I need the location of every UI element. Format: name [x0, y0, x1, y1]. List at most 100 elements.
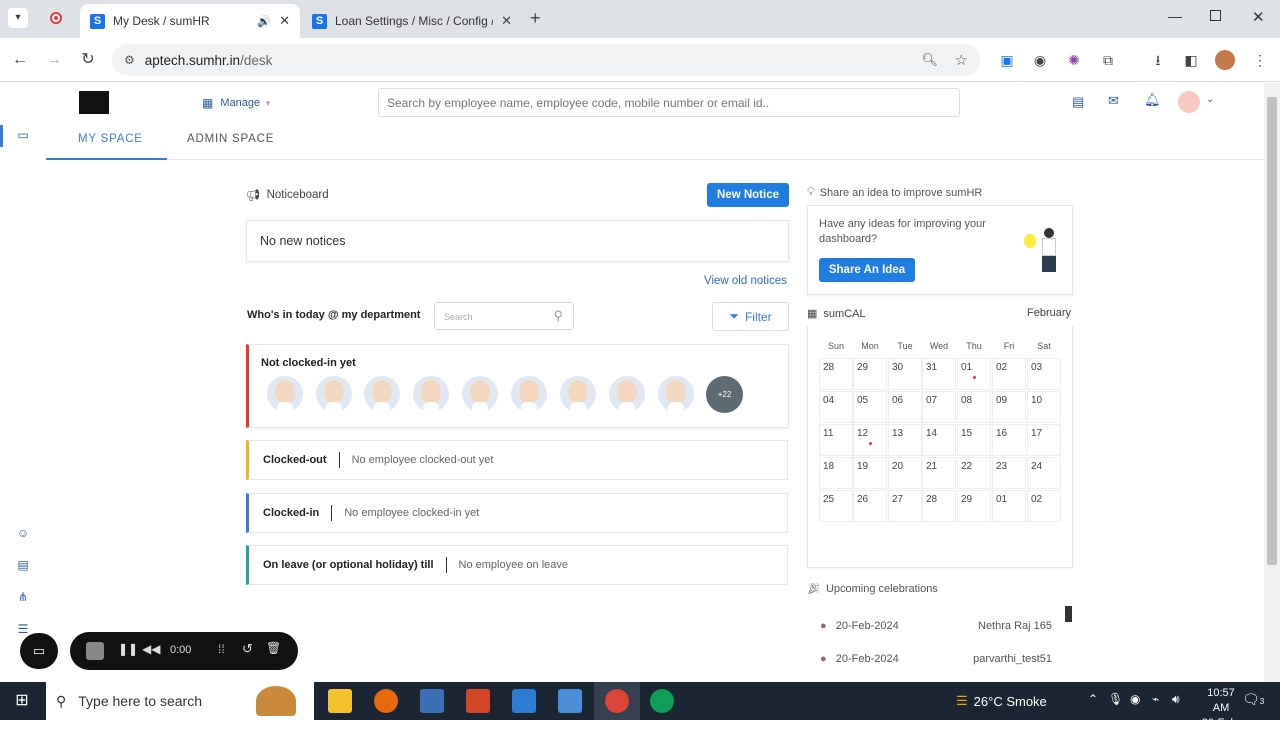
calendar-day[interactable]: 15 [957, 424, 991, 456]
employee-avatar[interactable] [316, 376, 352, 412]
calendar-day[interactable]: 01 [957, 358, 991, 390]
close-tab-icon[interactable]: ✕ [279, 13, 290, 29]
recorder-camera-button[interactable]: ▭ [20, 633, 58, 669]
calendar-day[interactable]: 01 [992, 490, 1026, 522]
calendar-day[interactable]: 18 [819, 457, 853, 489]
tab-search-icon[interactable]: ▾ [8, 8, 28, 28]
side-panel-icon[interactable]: ◧ [1181, 50, 1201, 70]
share-idea-button[interactable]: Share An Idea [819, 258, 915, 282]
tab-admin-space[interactable]: ADMIN SPACE [187, 133, 274, 145]
calendar-day[interactable]: 27 [888, 490, 922, 522]
view-old-notices-link[interactable]: View old notices [704, 275, 787, 287]
chrome-icon[interactable] [650, 689, 674, 713]
calendar-day[interactable]: 28 [819, 358, 853, 390]
colorful-extension-icon[interactable]: ✺ [1064, 50, 1084, 70]
calendar-day[interactable]: 06 [888, 391, 922, 423]
user-avatar[interactable] [1178, 91, 1200, 113]
tab-my-space[interactable]: MY SPACE [78, 133, 143, 145]
org-chart-icon[interactable]: ⋔ [14, 590, 32, 608]
notification-bell-icon[interactable]: 🔔︎ [1144, 92, 1161, 108]
employee-avatar[interactable] [267, 376, 303, 412]
minimize-window-icon[interactable]: — [1168, 8, 1182, 24]
tray-chevron-icon[interactable]: ⌃ [1088, 692, 1098, 706]
people-icon[interactable]: ☺ [14, 526, 32, 544]
download-icon[interactable]: ⭳ [1148, 50, 1168, 70]
calendar-day[interactable]: 11 [819, 424, 853, 456]
calendar-day[interactable]: 26 [853, 490, 887, 522]
mail-icon[interactable]: ✉ [1108, 93, 1119, 109]
close-tab-icon[interactable]: ✕ [501, 13, 512, 29]
chrome-profile-icon[interactable] [605, 689, 629, 713]
employee-avatar[interactable] [658, 376, 694, 412]
calendar-day[interactable]: 17 [1027, 424, 1061, 456]
profile-avatar[interactable] [1215, 50, 1235, 70]
employee-avatar[interactable] [364, 376, 400, 412]
more-employees-badge[interactable]: +22 [706, 376, 743, 413]
calculator-icon[interactable] [420, 689, 444, 713]
tab-my-desk[interactable]: S My Desk / sumHR 🔊 ✕ [80, 4, 300, 38]
microphone-icon[interactable]: 🎙︎ [1108, 692, 1123, 706]
firefox-icon[interactable] [374, 689, 398, 713]
camera-extension-icon[interactable]: ◉ [1030, 50, 1050, 70]
network-icon[interactable]: ⌁ [1152, 692, 1159, 706]
stop-recording-button[interactable] [86, 642, 104, 660]
calendar-day[interactable]: 08 [957, 391, 991, 423]
bookmark-star-icon[interactable]: ☆ [955, 51, 968, 69]
calendar-day[interactable]: 20 [888, 457, 922, 489]
calendar-day[interactable]: 21 [922, 457, 956, 489]
new-tab-button[interactable]: + [530, 8, 541, 29]
user-menu-chevron-icon[interactable]: ⌄ [1206, 94, 1214, 105]
tab-loan-settings[interactable]: S Loan Settings / Misc / Config / ✕ [302, 4, 522, 38]
zoom-icon[interactable]: 🔍︎ [921, 52, 938, 68]
mail-app-icon[interactable] [512, 689, 536, 713]
calendar-day[interactable]: 02 [1027, 490, 1061, 522]
employee-avatar[interactable] [511, 376, 547, 412]
calendar-day[interactable]: 09 [992, 391, 1026, 423]
weather-widget[interactable]: ☰ 26°C Smoke [956, 693, 1047, 709]
attendance-icon[interactable]: ▤ [1072, 94, 1084, 110]
camera-tray-icon[interactable]: ◉ [1130, 692, 1140, 706]
filter-button[interactable]: ⏷ Filter [712, 302, 789, 331]
calendar-day[interactable]: 10 [1027, 391, 1061, 423]
calendar-day[interactable]: 23 [992, 457, 1026, 489]
back-icon[interactable]: ← [8, 48, 32, 72]
calendar-day[interactable]: 13 [888, 424, 922, 456]
calendar-day[interactable]: 30 [888, 358, 922, 390]
manage-menu[interactable]: ▦ Manage ▼ [202, 96, 272, 110]
rewind-icon[interactable]: ◀◀ [142, 642, 160, 656]
url-bar[interactable]: ⚙ aptech.sumhr.in/desk 🔍︎ ☆ [112, 44, 980, 76]
volume-icon[interactable]: 🔊︎ [1172, 692, 1180, 707]
calendar-day[interactable]: 31 [922, 358, 956, 390]
calendar-day[interactable]: 24 [1027, 457, 1061, 489]
taskbar-search-box[interactable]: ⚲ Type here to search [46, 682, 314, 720]
forward-icon[interactable]: → [42, 48, 66, 72]
employee-avatar[interactable] [462, 376, 498, 412]
pause-icon[interactable]: ❚❚ [118, 642, 138, 656]
desk-monitor-icon[interactable]: ▭ [14, 128, 32, 146]
employee-search-input[interactable]: Search by employee name, employee code, … [378, 88, 960, 117]
extensions-puzzle-icon[interactable]: ⧉ [1098, 50, 1118, 70]
calendar-day[interactable]: 12 [853, 424, 887, 456]
celebrations-scrollbar[interactable] [1065, 606, 1072, 622]
close-window-icon[interactable]: ✕ [1252, 8, 1265, 26]
calendar-day[interactable]: 25 [819, 490, 853, 522]
employee-avatar[interactable] [609, 376, 645, 412]
page-scrollbar[interactable] [1264, 83, 1280, 682]
windows-start-icon[interactable]: ⊞ [10, 689, 34, 713]
calendar-day[interactable]: 19 [853, 457, 887, 489]
company-logo[interactable] [79, 91, 109, 114]
notification-center-icon[interactable]: 🗨︎3 [1242, 691, 1264, 708]
calendar-day[interactable]: 03 [1027, 358, 1061, 390]
store-icon[interactable] [558, 689, 582, 713]
new-notice-button[interactable]: New Notice [707, 183, 789, 207]
reload-icon[interactable]: ↻ [76, 48, 100, 72]
file-explorer-icon[interactable] [328, 689, 352, 713]
document-icon[interactable]: ▤ [14, 558, 32, 576]
calendar-day[interactable]: 16 [992, 424, 1026, 456]
whos-in-search-input[interactable]: Search ⚲ [434, 302, 574, 330]
calendar-day[interactable]: 02 [992, 358, 1026, 390]
site-info-icon[interactable]: ⚙ [124, 53, 135, 67]
screen-capture-extension-icon[interactable]: ▣ [997, 50, 1017, 70]
employee-avatar[interactable] [413, 376, 449, 412]
calendar-day[interactable]: 28 [922, 490, 956, 522]
